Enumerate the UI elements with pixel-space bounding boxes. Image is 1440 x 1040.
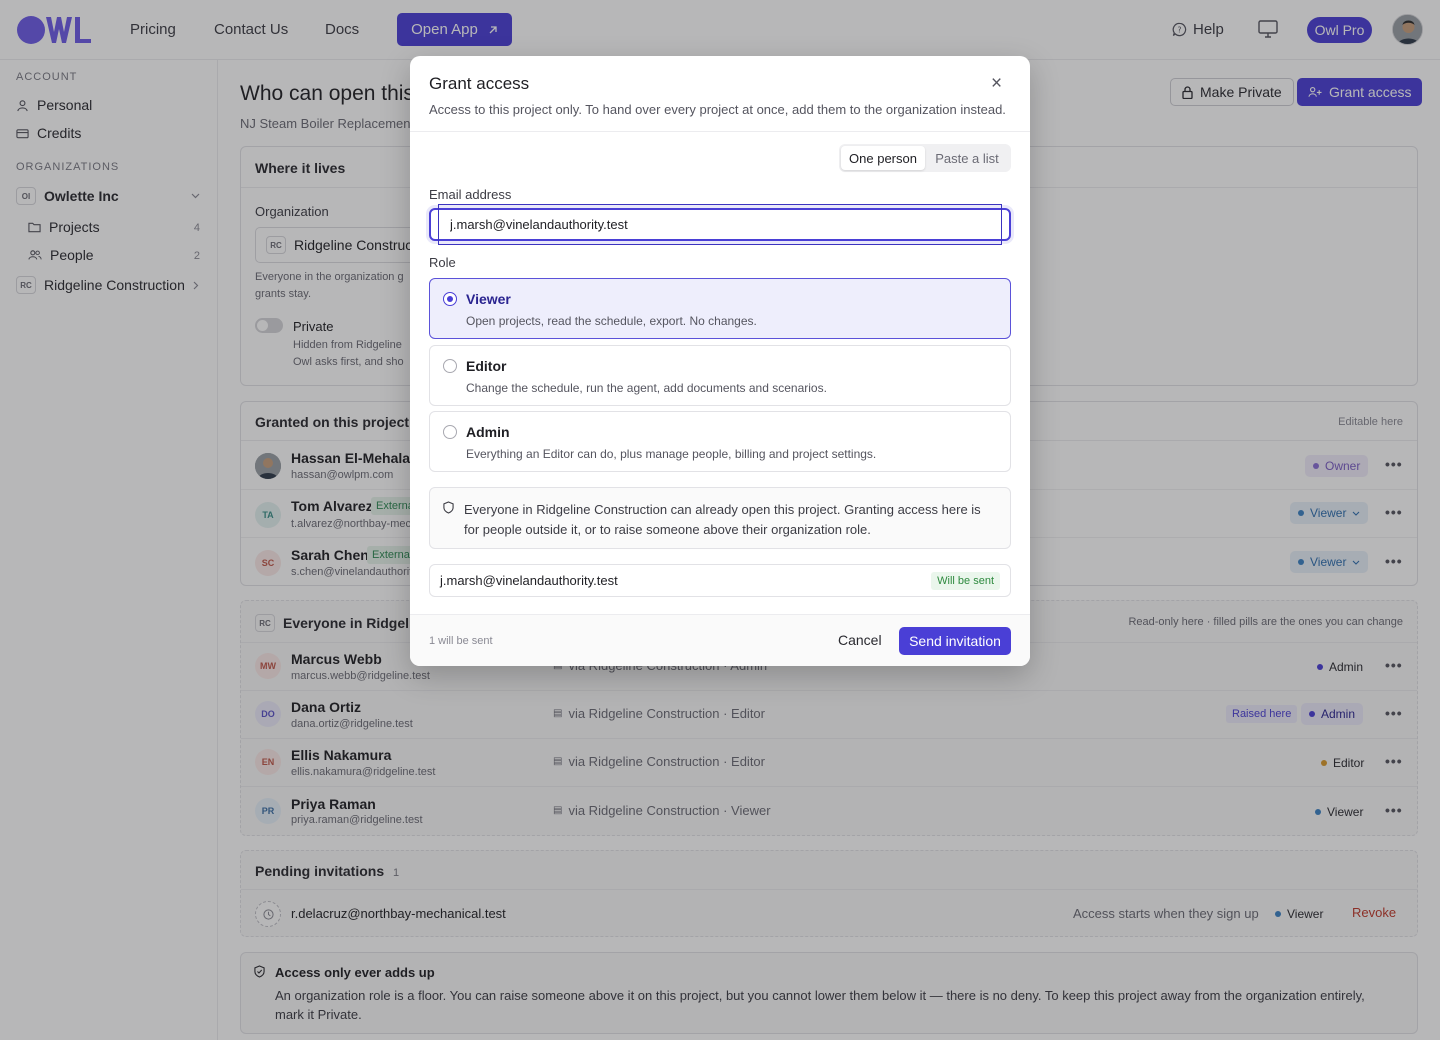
role-title: Admin (466, 424, 510, 440)
role-description: Everything an Editor can do, plus manage… (466, 447, 877, 461)
role-title: Editor (466, 358, 507, 374)
mode-one-person[interactable]: One person (841, 146, 925, 170)
mode-paste-list[interactable]: Paste a list (925, 146, 1009, 170)
org-access-notice: Everyone in Ridgeline Construction can a… (429, 487, 1011, 549)
radio-admin[interactable] (443, 425, 457, 439)
send-invitation-button[interactable]: Send invitation (899, 627, 1011, 655)
cancel-button[interactable]: Cancel (838, 632, 882, 648)
role-option-editor[interactable]: Editor Change the schedule, run the agen… (429, 345, 1011, 406)
role-option-admin[interactable]: Admin Everything an Editor can do, plus … (429, 411, 1011, 472)
notice-text: Everyone in Ridgeline Construction can a… (464, 502, 981, 537)
radio-editor[interactable] (443, 359, 457, 373)
role-label: Role (429, 255, 456, 270)
email-input[interactable] (429, 208, 1011, 241)
radio-viewer[interactable] (443, 292, 457, 306)
mode-toggle: One person Paste a list (839, 144, 1011, 172)
close-icon[interactable]: × (991, 73, 1002, 95)
recipient-email: j.marsh@vinelandauthority.test (440, 573, 618, 588)
email-label: Email address (429, 187, 512, 202)
send-count: 1 will be sent (429, 635, 493, 647)
shield-icon (443, 501, 454, 514)
recipient-row: j.marsh@vinelandauthority.test Will be s… (429, 564, 1011, 597)
role-description: Open projects, read the schedule, export… (466, 314, 757, 328)
role-description: Change the schedule, run the agent, add … (466, 381, 827, 395)
grant-access-dialog: Grant access × Access to this project on… (410, 56, 1030, 666)
dialog-description: Access to this project only. To hand ove… (429, 102, 1006, 117)
will-be-sent-badge: Will be sent (931, 572, 1000, 590)
dialog-title: Grant access (429, 74, 530, 93)
dialog-footer: 1 will be sent Cancel Send invitation (410, 614, 1030, 666)
role-option-viewer[interactable]: Viewer Open projects, read the schedule,… (429, 278, 1011, 339)
role-title: Viewer (466, 291, 511, 307)
